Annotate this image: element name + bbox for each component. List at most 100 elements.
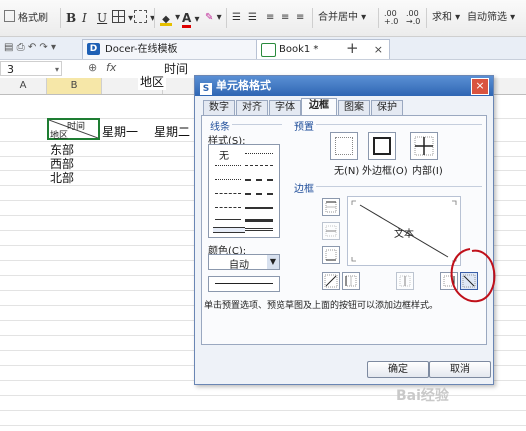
docer-icon: D bbox=[87, 43, 100, 55]
format-cells-dialog: S 单元格格式 × 数字 对齐 字体 边框 图案 保护 线条 样式(S): 无 颜… bbox=[194, 75, 494, 385]
align-left-button[interactable]: ≡ bbox=[266, 10, 274, 26]
function-icon[interactable]: fx bbox=[106, 61, 116, 74]
chevron-down-icon: ▾ bbox=[54, 65, 59, 74]
decrease-decimal-button[interactable]: .00 →.0 bbox=[406, 10, 420, 26]
tab-border[interactable]: 边框 bbox=[301, 98, 337, 116]
active-cell-b2[interactable]: 时间 地区 bbox=[47, 118, 100, 141]
align-top-button[interactable]: ☰ bbox=[232, 10, 241, 26]
border-middle-button[interactable] bbox=[322, 222, 340, 240]
ok-button[interactable]: 确定 bbox=[367, 361, 429, 378]
table-style-button[interactable]: ▾ bbox=[134, 10, 155, 26]
cell-c-header-overflow: 地区 bbox=[138, 73, 167, 90]
border-top-button[interactable] bbox=[322, 198, 340, 216]
line-style-option[interactable] bbox=[215, 179, 241, 180]
tab-docer-templates[interactable]: D Docer-在线模板 × bbox=[82, 39, 278, 59]
merge-center-button[interactable]: 合并居中 ▾ bbox=[318, 10, 366, 26]
autofilter-button[interactable]: 自动筛选 ▾ bbox=[467, 10, 515, 26]
diagonal-up-icon bbox=[324, 274, 338, 288]
border-center-button[interactable] bbox=[396, 272, 414, 290]
eraser-icon: ✎ bbox=[205, 12, 214, 23]
line-style-option[interactable] bbox=[245, 193, 273, 195]
tab-patterns[interactable]: 图案 bbox=[338, 100, 370, 115]
dialog-title: 单元格格式 bbox=[216, 79, 271, 92]
toolbar: 格式刷 B I U ▾ ▾ ◆ ▾ A ▾ ✎ ▾ ☰ ☰ ≡ ≡ ≡ 合并居中… bbox=[0, 0, 526, 37]
cell-c2[interactable]: 星期一 bbox=[102, 123, 138, 140]
new-tab-button[interactable]: + bbox=[346, 39, 359, 57]
plus-icon: + bbox=[346, 39, 359, 57]
border-tab-panel: 线条 样式(S): 无 颜色(C): 自动 ▼ 预置 无(N) 外边框(O) 内… bbox=[201, 115, 487, 345]
annotation-circle bbox=[450, 248, 496, 303]
preset-outline-button[interactable] bbox=[368, 132, 396, 160]
redo-icon: ↷ bbox=[39, 42, 48, 53]
line-group-label: 线条 bbox=[210, 122, 230, 133]
line-style-selected[interactable] bbox=[213, 227, 245, 233]
underline-button[interactable]: U bbox=[97, 10, 107, 26]
align-center-button[interactable]: ≡ bbox=[281, 10, 289, 26]
dialog-title-bar[interactable]: S 单元格格式 bbox=[195, 76, 493, 96]
preview-icon: ▤ bbox=[4, 42, 14, 53]
column-header-a[interactable]: A bbox=[0, 78, 47, 94]
line-style-option[interactable] bbox=[215, 165, 241, 166]
line-style-option[interactable] bbox=[215, 207, 241, 208]
align-right-button[interactable]: ≡ bbox=[296, 10, 304, 26]
borders-button[interactable]: ▾ bbox=[112, 10, 133, 26]
line-style-option[interactable] bbox=[215, 219, 241, 220]
cell-d2[interactable]: 星期二 bbox=[154, 123, 190, 140]
align-center-icon: ≡ bbox=[281, 12, 290, 23]
line-style-option[interactable] bbox=[245, 153, 273, 154]
tab-number[interactable]: 数字 bbox=[203, 100, 235, 115]
color-select[interactable]: 自动 ▼ bbox=[208, 254, 280, 271]
bold-button[interactable]: B bbox=[66, 10, 76, 26]
zoom-icon[interactable]: ⊕ bbox=[88, 61, 97, 74]
name-box[interactable]: 3 ▾ bbox=[0, 61, 62, 76]
align-top-icon: ☰ bbox=[232, 12, 241, 23]
preset-outline-label: 外边框(O) bbox=[362, 166, 408, 177]
close-button[interactable]: × bbox=[471, 78, 489, 95]
column-header-b[interactable]: B bbox=[47, 78, 102, 94]
tab-font[interactable]: 字体 bbox=[269, 100, 301, 115]
chevron-down-icon: ▾ bbox=[50, 42, 57, 53]
align-left-icon: ≡ bbox=[266, 12, 275, 23]
preset-none-button[interactable] bbox=[330, 132, 358, 160]
align-middle-button[interactable]: ☰ bbox=[248, 10, 257, 26]
preset-inside-button[interactable] bbox=[410, 132, 438, 160]
border-bottom-button[interactable] bbox=[322, 246, 340, 264]
app-logo-icon: S bbox=[200, 83, 212, 95]
undo-icon: ↶ bbox=[27, 42, 37, 53]
format-painter-button[interactable]: 格式刷 bbox=[4, 10, 48, 26]
line-style-option[interactable] bbox=[215, 193, 241, 194]
border-left-icon bbox=[345, 275, 357, 287]
font-color-button[interactable]: A ▾ bbox=[182, 10, 200, 28]
increase-decimal-button[interactable]: .00 +.0 bbox=[384, 10, 398, 26]
chevron-down-icon[interactable]: ▼ bbox=[267, 255, 279, 269]
tab-book1[interactable]: Book1 * × bbox=[256, 39, 390, 59]
style-none[interactable]: 无 bbox=[219, 147, 229, 162]
border-diagonal-up-button[interactable] bbox=[322, 272, 340, 290]
border-top-icon bbox=[325, 201, 337, 213]
italic-button[interactable]: I bbox=[82, 10, 87, 26]
quick-access-icons[interactable]: ▤ ⎙ ↶ ↷ ▾ bbox=[4, 42, 56, 53]
sum-button[interactable]: 求和 ▾ bbox=[432, 10, 460, 26]
border-left-button[interactable] bbox=[342, 272, 360, 290]
cell-b5[interactable]: 北部 bbox=[50, 169, 74, 186]
clear-format-button[interactable]: ✎ ▾ bbox=[205, 10, 222, 26]
border-bottom-icon bbox=[325, 249, 337, 261]
tab-alignment[interactable]: 对齐 bbox=[236, 100, 268, 115]
align-right-icon: ≡ bbox=[296, 12, 305, 23]
line-style-option[interactable] bbox=[245, 207, 273, 209]
line-style-option[interactable] bbox=[245, 228, 273, 231]
line-style-list[interactable]: 无 bbox=[208, 144, 280, 238]
formula-input[interactable]: 时间 bbox=[164, 60, 188, 77]
line-style-option[interactable] bbox=[245, 165, 273, 166]
preset-group-label: 预置 bbox=[294, 122, 314, 133]
cancel-button[interactable]: 取消 bbox=[429, 361, 491, 378]
hint-text: 单击预置选项、预览草图及上面的按钮可以添加边框样式。 bbox=[204, 301, 439, 311]
fill-color-button[interactable]: ◆ ▾ bbox=[160, 10, 180, 26]
line-style-option[interactable] bbox=[245, 219, 273, 222]
align-middle-icon: ☰ bbox=[248, 12, 257, 23]
border-preview[interactable]: 文本 bbox=[347, 196, 461, 266]
tab-protection[interactable]: 保护 bbox=[371, 100, 403, 115]
close-icon[interactable]: × bbox=[374, 40, 383, 59]
line-style-option[interactable] bbox=[245, 179, 273, 181]
font-color-icon: A bbox=[182, 11, 192, 28]
